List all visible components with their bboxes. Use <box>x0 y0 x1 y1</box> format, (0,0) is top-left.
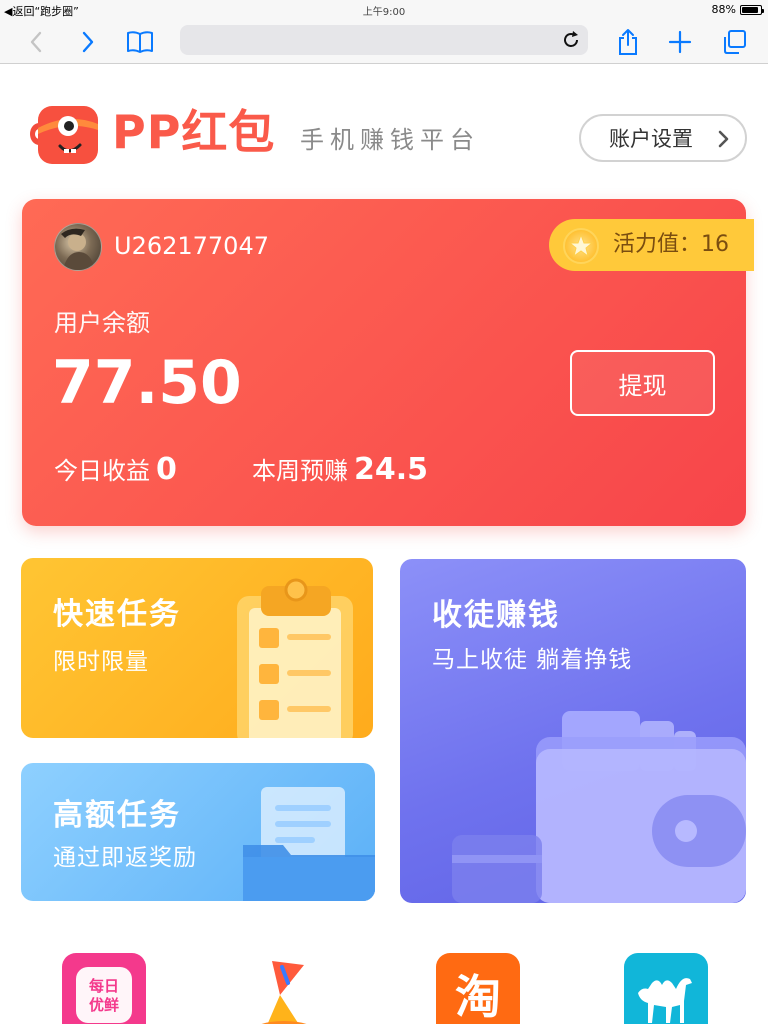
recruit-subtitle: 马上收徒 躺着挣钱 <box>432 647 633 673</box>
svg-text:淘: 淘 <box>455 970 501 1024</box>
browser-toolbar <box>0 20 768 64</box>
book-icon <box>127 31 153 53</box>
week-forecast: 本周预赚 24.5 <box>252 451 428 487</box>
recruit-tile[interactable]: 收徒赚钱 马上收徒 躺着挣钱 <box>400 559 746 903</box>
brand-logo-icon <box>28 102 102 166</box>
balance-label: 用户余额 <box>54 309 150 337</box>
brand-slogan: 手机赚钱平台 <box>300 126 480 154</box>
week-forecast-value: 24.5 <box>354 452 429 487</box>
clipboard-icon <box>237 578 353 738</box>
withdraw-button[interactable]: 提现 <box>570 350 715 416</box>
vitality-badge[interactable]: 活力值：16 <box>549 219 754 271</box>
back-button[interactable] <box>20 26 52 58</box>
week-forecast-label: 本周预赚 <box>252 457 348 485</box>
high-tasks-title: 高额任务 <box>53 798 181 833</box>
app-icon-taobao[interactable]: 淘 <box>436 953 520 1024</box>
battery-fill <box>742 6 758 13</box>
avatar[interactable] <box>54 223 102 271</box>
app-icon-meiriyouxian[interactable]: 每日 优鲜 <box>62 953 146 1024</box>
chevron-right-icon <box>82 31 94 53</box>
high-tasks-tile[interactable]: 高额任务 通过即返奖励 <box>21 763 375 901</box>
account-settings-label: 账户设置 <box>609 127 693 151</box>
account-card: U262177047 活力值：16 用户余额 77.50 提现 今日收益 0 本… <box>22 199 754 526</box>
star-coin-icon <box>563 228 599 264</box>
reload-icon[interactable] <box>560 29 582 51</box>
brand-name: PP红包 <box>112 105 276 159</box>
quick-tasks-title: 快速任务 <box>53 597 181 632</box>
plus-icon <box>668 30 692 54</box>
status-bar: ◀返回“跑步圈” 上午9:00 88% <box>0 0 768 20</box>
status-time: 上午9:00 <box>362 7 406 18</box>
quick-tasks-subtitle: 限时限量 <box>53 649 149 675</box>
svg-text:优鲜: 优鲜 <box>89 996 119 1014</box>
share-icon <box>619 29 637 55</box>
status-right: 88% <box>711 3 764 16</box>
forward-button[interactable] <box>72 26 104 58</box>
user-id: U262177047 <box>114 232 269 260</box>
app-icon-loan[interactable]: 借款 <box>242 953 326 1024</box>
quick-tasks-tile[interactable]: 快速任务 限时限量 <box>21 558 373 738</box>
battery-percent: 88% <box>711 3 736 16</box>
chevron-right-icon <box>718 130 729 148</box>
balance-value: 77.50 <box>52 348 242 418</box>
account-settings-button[interactable]: 账户设置 <box>579 114 747 162</box>
battery-icon <box>740 4 764 15</box>
today-earnings: 今日收益 0 <box>54 451 177 487</box>
today-earnings-label: 今日收益 <box>54 457 150 485</box>
page: ◀返回“跑步圈” 上午9:00 88% PP红包 手机赚钱平台 账户设置 U26… <box>0 0 768 1024</box>
high-tasks-subtitle: 通过即返奖励 <box>53 845 197 871</box>
folder-icon <box>243 787 375 901</box>
address-bar[interactable] <box>180 25 588 55</box>
app-icon-camel[interactable] <box>624 953 708 1024</box>
wallet-icon <box>452 711 746 903</box>
chevron-left-icon <box>30 31 42 53</box>
new-tab-button[interactable] <box>664 26 696 58</box>
svg-text:每日: 每日 <box>89 977 119 995</box>
bookmarks-button[interactable] <box>124 26 156 58</box>
today-earnings-value: 0 <box>156 452 177 487</box>
tabs-icon <box>724 30 746 54</box>
tabs-button[interactable] <box>718 26 750 58</box>
share-button[interactable] <box>612 26 644 58</box>
vitality-text: 活力值：16 <box>613 232 729 257</box>
recruit-title: 收徒赚钱 <box>432 598 560 633</box>
